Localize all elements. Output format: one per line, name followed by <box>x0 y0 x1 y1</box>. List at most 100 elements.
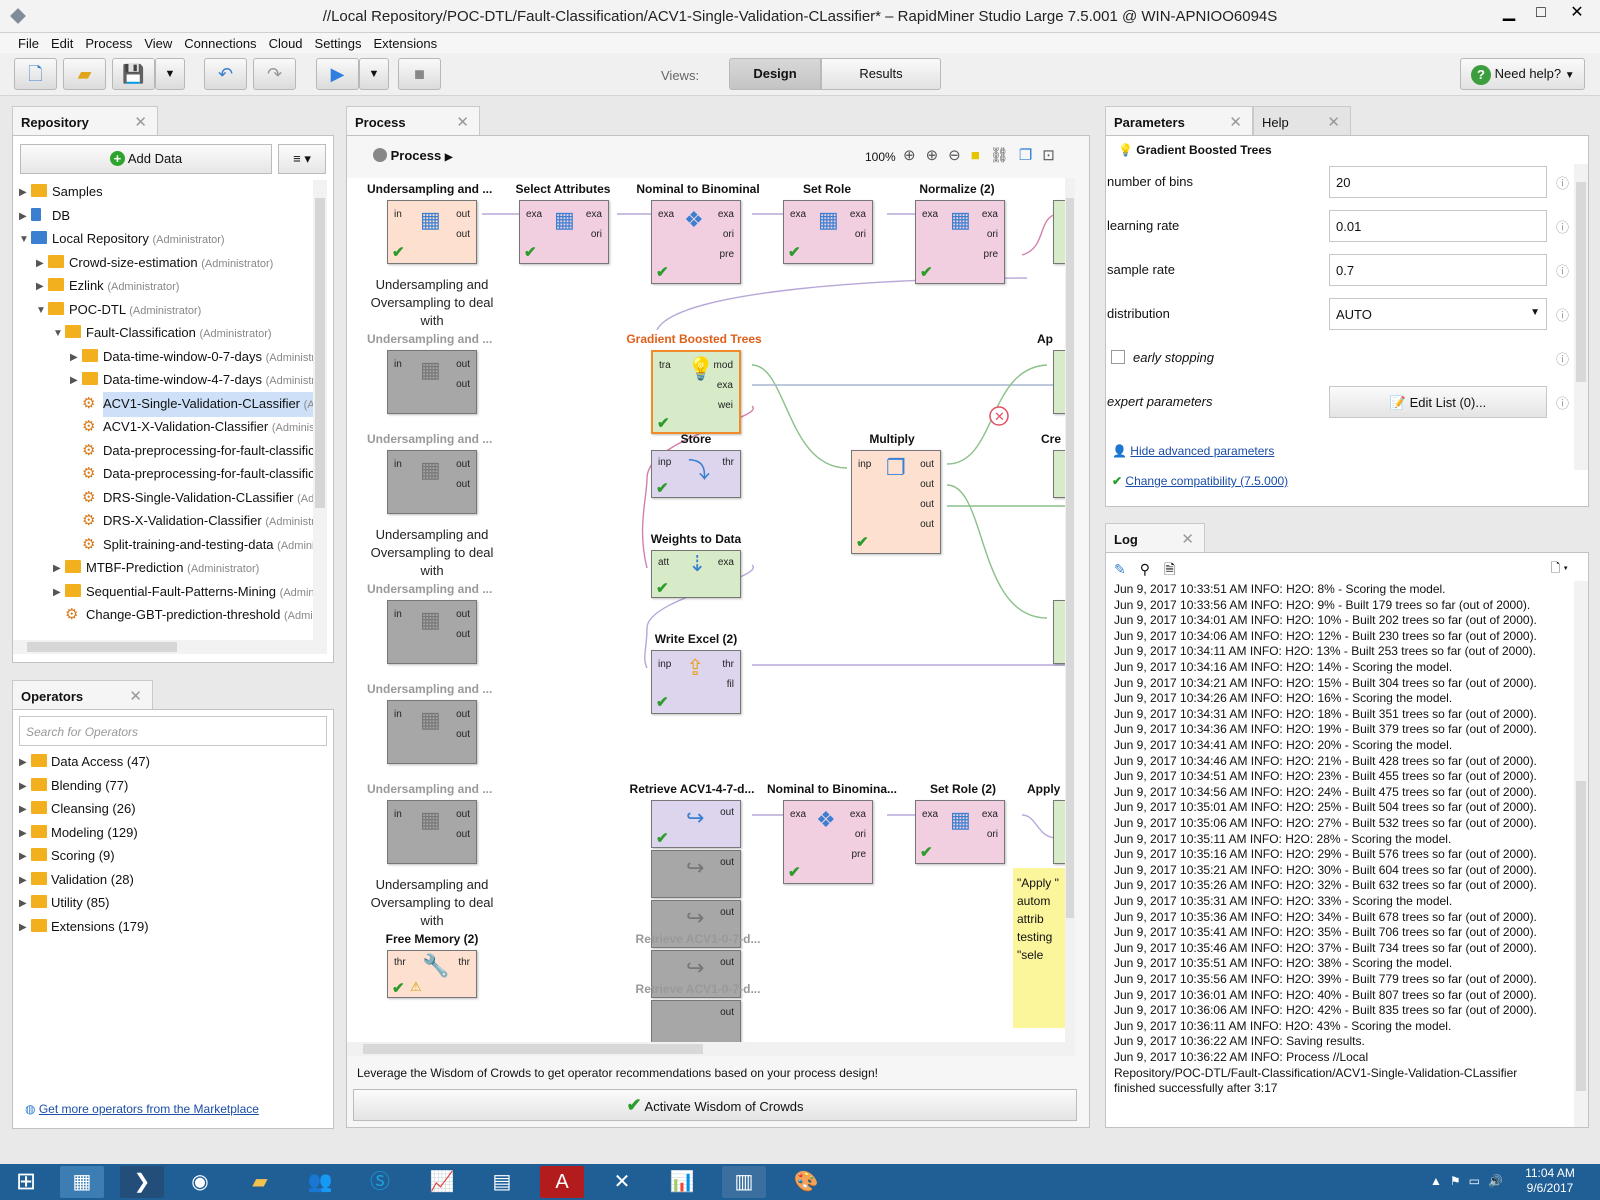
free-memory-node[interactable]: thr thr 🔧 ✔ ⚠ <box>387 950 477 998</box>
collapse-arrow-icon[interactable]: ▼ <box>36 299 46 322</box>
skype-icon[interactable]: Ⓢ <box>358 1166 402 1198</box>
help-tab[interactable]: Help ✕ <box>1253 106 1351 136</box>
expand-arrow-icon[interactable]: ▶ <box>36 252 44 275</box>
expand-arrow-icon[interactable]: ▶ <box>19 892 27 915</box>
expand-arrow-icon[interactable]: ▶ <box>53 581 61 604</box>
store-node[interactable]: inp thr ⤵ ✔ <box>651 450 741 498</box>
sample-rate-input[interactable]: 0.7 <box>1329 254 1547 286</box>
save-icon[interactable]: 💾 <box>112 58 155 90</box>
pdf-reader-icon[interactable]: A <box>540 1166 584 1198</box>
log-menu-icon[interactable]: 🗋 ▾ <box>1551 559 1568 580</box>
canvas-tools[interactable]: ⊕⊕⊖■⛓❐⊡ <box>903 146 1065 164</box>
operators-tab[interactable]: Operators ✕ <box>12 680 153 710</box>
operators-search-input[interactable]: Search for Operators <box>19 716 327 746</box>
redo-icon[interactable]: ↷ <box>253 58 296 90</box>
parameters-tab[interactable]: Parameters ✕ <box>1105 106 1253 136</box>
gradient-boosted-trees-node[interactable]: tra mod exa wei 💡 ✔ <box>651 350 741 434</box>
close-tab-icon[interactable]: ✕ <box>456 113 469 131</box>
nominal-to-binomina2-node[interactable]: exa exa ori pre ❖ ✔ <box>783 800 873 884</box>
canvas-vertical-scrollbar[interactable] <box>1065 178 1075 1042</box>
distribution-select[interactable]: AUTO ▼ <box>1329 298 1547 330</box>
undersampling-disabled-node[interactable]: in out out ▦ <box>387 350 477 414</box>
start-windows-icon[interactable]: ⊞ <box>4 1166 48 1198</box>
expand-arrow-icon[interactable]: ▶ <box>19 916 27 939</box>
expand-arrow-icon[interactable]: ▶ <box>19 822 27 845</box>
retrieve-disabled-node[interactable]: out <box>651 1000 741 1042</box>
close-tab-icon[interactable]: ✕ <box>1229 113 1242 131</box>
save-dropdown-chevron-icon[interactable]: ▼ <box>155 58 185 90</box>
repository-horizontal-scrollbar[interactable] <box>13 640 327 654</box>
design-view-button[interactable]: Design <box>729 58 821 90</box>
menu-process[interactable]: Process <box>79 33 138 53</box>
menu-view[interactable]: View <box>138 33 178 53</box>
menu-connections[interactable]: Connections <box>178 33 262 53</box>
users-icon[interactable]: 👥 <box>298 1166 342 1198</box>
expand-arrow-icon[interactable]: ▶ <box>19 181 27 204</box>
file-explorer-icon[interactable]: ▰ <box>238 1166 282 1198</box>
expand-arrow-icon[interactable]: ▶ <box>70 346 78 369</box>
retrieve-node[interactable]: out ↪ ✔ <box>651 800 741 848</box>
edit-list-button[interactable]: 📝 Edit List (0)... <box>1329 386 1547 418</box>
hide-advanced-link[interactable]: 👤 Hide advanced parameters <box>1112 444 1274 458</box>
chart-app-icon[interactable]: 📊 <box>660 1166 704 1198</box>
nominal-to-binominal-node[interactable]: exa exa ori pre ❖ ✔ <box>651 200 741 284</box>
menu-cloud[interactable]: Cloud <box>263 33 309 53</box>
undersampling-disabled-node[interactable]: in out out ▦ <box>387 800 477 864</box>
undersampling-disabled-node[interactable]: in out out ▦ <box>387 700 477 764</box>
expand-arrow-icon[interactable]: ▶ <box>70 369 78 392</box>
early-stopping-checkbox[interactable] <box>1111 350 1125 364</box>
expand-arrow-icon[interactable]: ▶ <box>19 205 27 228</box>
calculator-icon[interactable]: ▤ <box>480 1166 524 1198</box>
need-help-button[interactable]: ? Need help? ▼ <box>1460 58 1585 90</box>
log-scrollbar[interactable] <box>1574 581 1588 1127</box>
menu-settings[interactable]: Settings <box>309 33 368 53</box>
paint-icon[interactable]: 🎨 <box>784 1166 828 1198</box>
close-window-button[interactable]: ✕ <box>1562 3 1592 25</box>
new-process-icon[interactable]: 🗋 <box>14 58 57 90</box>
results-view-button[interactable]: Results <box>821 58 941 90</box>
stop-icon[interactable]: ■ <box>398 58 441 90</box>
server-manager-icon[interactable]: ▦ <box>60 1166 104 1198</box>
rapidminer-icon[interactable]: ▥ <box>722 1166 766 1198</box>
powershell-icon[interactable]: ❯ <box>120 1166 164 1198</box>
retrieve-disabled-node[interactable]: out ↪ <box>651 850 741 898</box>
weights-to-data-node[interactable]: att exa ⇣ ✔ <box>651 550 741 598</box>
marketplace-link[interactable]: ◍ Get more operators from the Marketplac… <box>25 1102 259 1116</box>
expand-arrow-icon[interactable]: ▶ <box>53 557 61 580</box>
process-canvas[interactable]: ✕ Undersampling and ... in out out ▦ ✔ Unde… <box>347 178 1075 1042</box>
run-dropdown-chevron-icon[interactable]: ▼ <box>359 58 389 90</box>
collapse-arrow-icon[interactable]: ▼ <box>53 322 63 345</box>
number-of-bins-input[interactable]: 20 <box>1329 166 1547 198</box>
process-breadcrumb[interactable]: Process ▶ <box>373 148 453 163</box>
multiply-node[interactable]: inp out out out out ❐ ✔ <box>851 450 941 554</box>
log-toolbar[interactable]: ✎⚲🗎 <box>1114 559 1189 583</box>
repository-menu-button[interactable]: ≡ ▾ <box>278 144 326 174</box>
close-tab-icon[interactable]: ✕ <box>1181 530 1194 548</box>
repository-vertical-scrollbar[interactable] <box>313 180 327 640</box>
expand-arrow-icon[interactable]: ▶ <box>19 798 27 821</box>
learning-rate-input[interactable]: 0.01 <box>1329 210 1547 242</box>
add-data-button[interactable]: + Add Data <box>20 144 272 174</box>
change-compatibility-link[interactable]: ✔ Change compatibility (7.5.000) <box>1112 474 1288 488</box>
chrome-icon[interactable]: ◉ <box>178 1166 222 1198</box>
set-role-node[interactable]: exa exa ori ▦ ✔ <box>783 200 873 264</box>
performance-monitor-icon[interactable]: 📈 <box>420 1166 464 1198</box>
repository-tab[interactable]: Repository ✕ <box>12 106 158 136</box>
process-tab[interactable]: Process ✕ <box>346 106 480 136</box>
canvas-horizontal-scrollbar[interactable] <box>347 1042 1075 1056</box>
expand-arrow-icon[interactable]: ▶ <box>19 869 27 892</box>
menu-extensions[interactable]: Extensions <box>368 33 444 53</box>
undersampling-disabled-node[interactable]: in out out ▦ <box>387 600 477 664</box>
undersampling-node[interactable]: in out out ▦ ✔ <box>387 200 477 264</box>
log-tab[interactable]: Log ✕ <box>1105 523 1205 553</box>
activate-wisdom-button[interactable]: ✔ Activate Wisdom of Crowds <box>353 1089 1077 1121</box>
open-folder-icon[interactable]: ▰ <box>63 58 106 90</box>
collapse-arrow-icon[interactable]: ▼ <box>19 228 29 251</box>
close-tab-icon[interactable]: ✕ <box>129 687 142 705</box>
undo-icon[interactable]: ↶ <box>204 58 247 90</box>
select-attributes-node[interactable]: exa exa ori ▦ ✔ <box>519 200 609 264</box>
expand-arrow-icon[interactable]: ▶ <box>19 775 27 798</box>
set-role2-node[interactable]: exa exa ori ▦ ✔ <box>915 800 1005 864</box>
minimize-button[interactable]: ▁ <box>1494 3 1524 25</box>
expand-arrow-icon[interactable]: ▶ <box>36 275 44 298</box>
